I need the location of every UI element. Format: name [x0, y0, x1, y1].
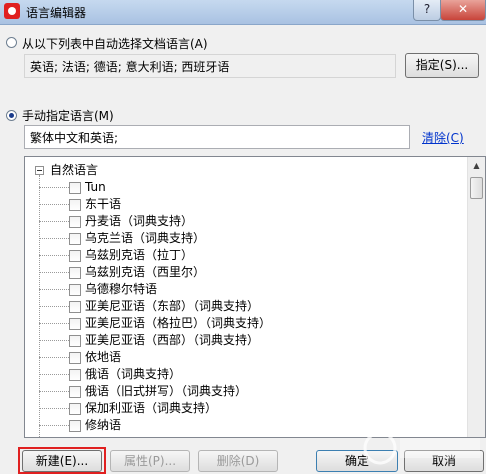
delete-button[interactable]: 删除(D): [198, 450, 278, 472]
tree-item-label: 俄语（旧式拼写）（词典支持）: [85, 384, 248, 398]
checkbox[interactable]: [69, 249, 81, 262]
tree-item-label: 丹麦语（词典支持）: [85, 214, 194, 228]
checkbox[interactable]: [69, 283, 81, 296]
manual-select-label[interactable]: 手动指定语言(M): [22, 107, 114, 124]
auto-languages-field: 英语; 法语; 德语; 意大利语; 西班牙语: [24, 54, 396, 78]
checkbox[interactable]: [69, 215, 81, 228]
help-button[interactable]: ?: [413, 0, 441, 21]
tree-item[interactable]: 乌德穆尔特语: [39, 281, 157, 298]
title-bar: 语言编辑器 ? ✕: [0, 0, 486, 25]
properties-button[interactable]: 属性(P)...: [110, 450, 190, 472]
tree-item[interactable]: 东干语: [39, 196, 121, 213]
tree-scrollbar[interactable]: ▲: [467, 157, 485, 437]
manual-select-radio[interactable]: [6, 110, 17, 121]
checkbox[interactable]: [69, 317, 81, 330]
scroll-thumb[interactable]: [470, 177, 483, 199]
checkbox[interactable]: [69, 385, 81, 398]
tree-item[interactable]: 俄语（词典支持）: [39, 366, 181, 383]
language-tree[interactable]: 自然语言 Tun 东干语 丹麦语（词典支持） 乌克兰语（词典支持） 乌兹别克语（…: [24, 156, 486, 438]
clear-link[interactable]: 清除(C): [422, 129, 464, 146]
tree-item[interactable]: 亚美尼亚语（东部）（词典支持）: [39, 298, 259, 315]
tree-item[interactable]: 保加利亚语（词典支持）: [39, 400, 217, 417]
manual-languages-field[interactable]: 繁体中文和英语;: [24, 125, 410, 149]
tree-item-label: 修纳语: [85, 418, 122, 432]
tree-item-label: 亚美尼亚语（东部）（词典支持）: [85, 299, 260, 313]
scroll-up-icon[interactable]: ▲: [469, 158, 484, 173]
collapse-icon[interactable]: [35, 166, 44, 175]
checkbox[interactable]: [69, 368, 81, 381]
tree-item[interactable]: 乌兹别克语（西里尔）: [39, 264, 205, 281]
specify-button[interactable]: 指定(S)...: [405, 53, 479, 78]
checkbox[interactable]: [69, 198, 81, 211]
tree-item-label: 保加利亚语（词典支持）: [85, 401, 218, 415]
tree-item-label: 亚美尼亚语（西部）（词典支持）: [85, 333, 260, 347]
window-title: 语言编辑器: [26, 6, 87, 20]
tree-item[interactable]: 依地语: [39, 349, 121, 366]
tree-item[interactable]: Tun: [39, 179, 106, 196]
auto-select-radio[interactable]: [6, 37, 17, 48]
tree-item[interactable]: 修纳语: [39, 417, 121, 434]
checkbox[interactable]: [69, 232, 81, 245]
tree-item-label: 乌兹别克语（拉丁）: [85, 248, 194, 262]
close-button[interactable]: ✕: [440, 0, 486, 21]
tree-item-label: 乌克兰语（词典支持）: [85, 231, 206, 245]
tree-root-label: 自然语言: [50, 163, 99, 177]
tree-item[interactable]: 乌兹别克语（拉丁）: [39, 247, 193, 264]
tree-item[interactable]: 亚美尼亚语（西部）（词典支持）: [39, 332, 259, 349]
auto-select-label[interactable]: 从以下列表中自动选择文档语言(A): [22, 35, 208, 52]
tree-item-label: 乌德穆尔特语: [85, 282, 158, 296]
tree-item[interactable]: 丹麦语（词典支持）: [39, 213, 193, 230]
app-logo-icon: [4, 3, 20, 19]
checkbox[interactable]: [69, 351, 81, 364]
checkbox[interactable]: [69, 266, 81, 279]
checkbox[interactable]: [69, 334, 81, 347]
checkbox[interactable]: [69, 181, 81, 194]
checkbox[interactable]: [69, 419, 81, 432]
checkbox[interactable]: [69, 402, 81, 415]
tree-item[interactable]: 俄语（旧式拼写）（词典支持）: [39, 383, 247, 400]
tree-item-label: 依地语: [85, 350, 122, 364]
tree-item[interactable]: 乌克兰语（词典支持）: [39, 230, 205, 247]
tree-item[interactable]: 亚美尼亚语（格拉巴）（词典支持）: [39, 315, 271, 332]
tree-item-label: 东干语: [85, 197, 122, 211]
highlight-box: [18, 447, 106, 474]
tree-item-label: 乌兹别克语（西里尔）: [85, 265, 206, 279]
tree-item-label: Tun: [85, 180, 106, 194]
tree-item-label: 俄语（词典支持）: [85, 367, 182, 381]
cancel-button[interactable]: 取消: [404, 450, 484, 472]
tree-item-label: 亚美尼亚语（格拉巴）（词典支持）: [85, 316, 272, 330]
ok-button[interactable]: 确定: [316, 450, 398, 472]
tree-root-natural-languages[interactable]: 自然语言: [35, 162, 98, 179]
checkbox[interactable]: [69, 300, 81, 313]
